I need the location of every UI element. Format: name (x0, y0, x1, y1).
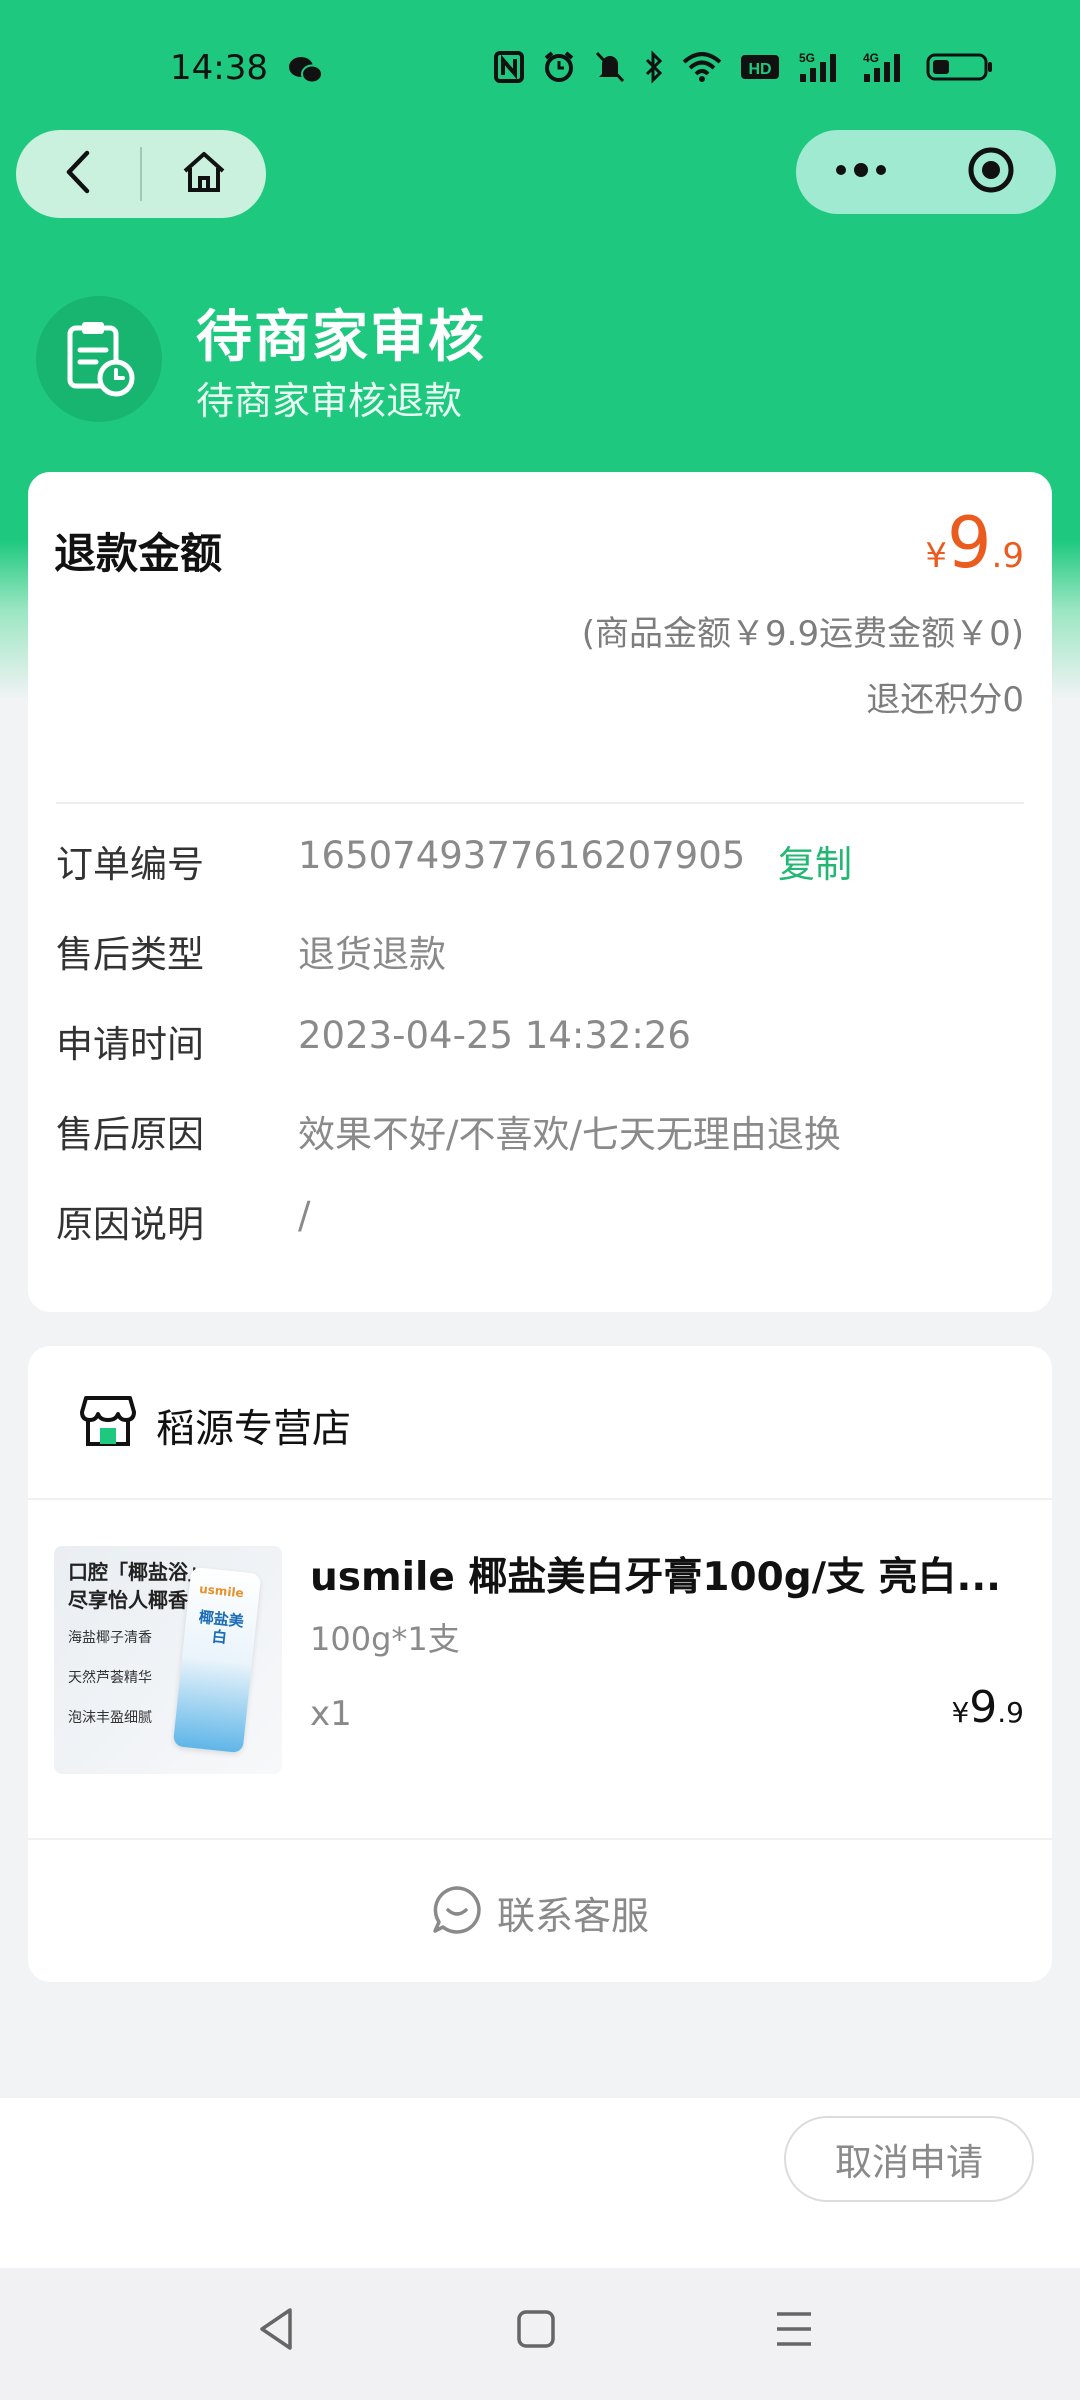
info-value: 效果不好/不喜欢/七天无理由退换 (298, 1113, 841, 1156)
status-bar: 14:38 HD 5G 4G (0, 0, 1080, 140)
target-icon (966, 145, 1016, 199)
signal-5g-icon: 5G (798, 50, 844, 84)
product-name[interactable]: usmile 椰盐美白牙膏100g/支 亮白... (310, 1546, 1030, 1602)
menu-capsule (796, 130, 1056, 214)
divider (56, 802, 1024, 804)
system-navigation-bar (0, 2268, 1080, 2400)
refund-card: 退款金额 ¥9.9 (商品金额￥9.9运费金额￥0) 退还积分0 订单编号 16… (28, 472, 1052, 1312)
info-key: 申请时间 (56, 1023, 204, 1066)
info-value: 2023-04-25 14:32:26 (298, 1014, 691, 1057)
net1-text: 5G (799, 51, 815, 65)
price-currency: ¥ (951, 1696, 970, 1729)
chat-bubble-icon (431, 1884, 483, 1940)
mute-icon (594, 50, 626, 84)
alarm-icon (542, 50, 576, 84)
shop-name: 稻源专营店 (156, 1407, 352, 1452)
info-key: 售后原因 (56, 1113, 204, 1156)
hd-text: HD (748, 61, 771, 78)
close-miniprogram-button[interactable] (926, 130, 1056, 214)
product-card: 稻源专营店 口腔「椰盐浴」 尽享怡人椰香 海盐椰子清香 天然芦荟精华 泡沫丰盈细腻 u… (28, 1346, 1052, 1982)
cancel-application-button[interactable]: 取消申请 (784, 2116, 1034, 2202)
refund-amount-label: 退款金额 (54, 529, 223, 578)
refund-amount-dec: .9 (991, 536, 1024, 576)
wifi-icon (682, 52, 722, 82)
price-dec: .9 (997, 1696, 1024, 1729)
more-dots-icon (833, 162, 889, 182)
status-title: 待商家审核 (196, 305, 486, 370)
battery-icon (926, 52, 994, 82)
price-int: 9 (969, 1682, 998, 1733)
clipboard-clock-icon (36, 296, 162, 422)
more-button[interactable] (796, 130, 926, 214)
wechat-icon (288, 55, 324, 89)
status-time: 14:38 (170, 48, 268, 88)
back-arrow-icon (63, 149, 93, 199)
product-image-features: 海盐椰子清香 天然芦荟精华 泡沫丰盈细腻 (68, 1630, 152, 1726)
info-key: 售后类型 (56, 933, 204, 976)
signal-4g-icon: 4G (862, 50, 908, 84)
copy-button[interactable]: 复制 (778, 834, 852, 888)
shop-row[interactable]: 稻源专营店 (28, 1346, 1052, 1500)
product-price: ¥9.9 (951, 1682, 1024, 1733)
product-spec: 100g*1支 (310, 1620, 460, 1658)
nfc-icon (494, 51, 524, 83)
info-key: 订单编号 (56, 843, 204, 886)
bottom-action-bar: 取消申请 (0, 2098, 1080, 2268)
product-image-tube-label: 椰盐美白 (197, 1607, 245, 1647)
info-value: 退货退款 (298, 933, 446, 976)
info-key: 原因说明 (56, 1203, 204, 1246)
info-value: / (298, 1194, 311, 1237)
refund-breakdown: (商品金额￥9.9运费金额￥0) (581, 614, 1024, 654)
store-icon (80, 1394, 136, 1452)
status-subtitle: 待商家审核退款 (196, 379, 463, 423)
contact-service-label: 联系客服 (496, 1893, 649, 1938)
net2-text: 4G (863, 51, 879, 65)
refund-points: 退还积分0 (866, 680, 1024, 720)
nav-back-icon[interactable] (254, 2304, 298, 2358)
home-icon (181, 150, 227, 198)
product-image[interactable]: 口腔「椰盐浴」 尽享怡人椰香 海盐椰子清香 天然芦荟精华 泡沫丰盈细腻 usmile … (54, 1546, 282, 1774)
refund-currency: ¥ (925, 536, 947, 576)
contact-service-button[interactable]: 联系客服 (28, 1838, 1052, 1984)
refund-amount: ¥9.9 (925, 502, 1024, 584)
info-value[interactable]: 1650749377616207905 (298, 834, 745, 877)
hd-icon: HD (740, 53, 780, 81)
product-image-brand: usmile (198, 1581, 245, 1601)
home-button[interactable] (142, 130, 266, 218)
bluetooth-icon (644, 50, 664, 84)
back-button[interactable] (16, 130, 140, 218)
nav-home-icon[interactable] (514, 2304, 558, 2358)
nav-menu-icon[interactable] (772, 2304, 816, 2358)
product-quantity: x1 (310, 1694, 352, 1734)
refund-amount-int: 9 (947, 502, 992, 584)
nav-capsule (16, 130, 266, 218)
